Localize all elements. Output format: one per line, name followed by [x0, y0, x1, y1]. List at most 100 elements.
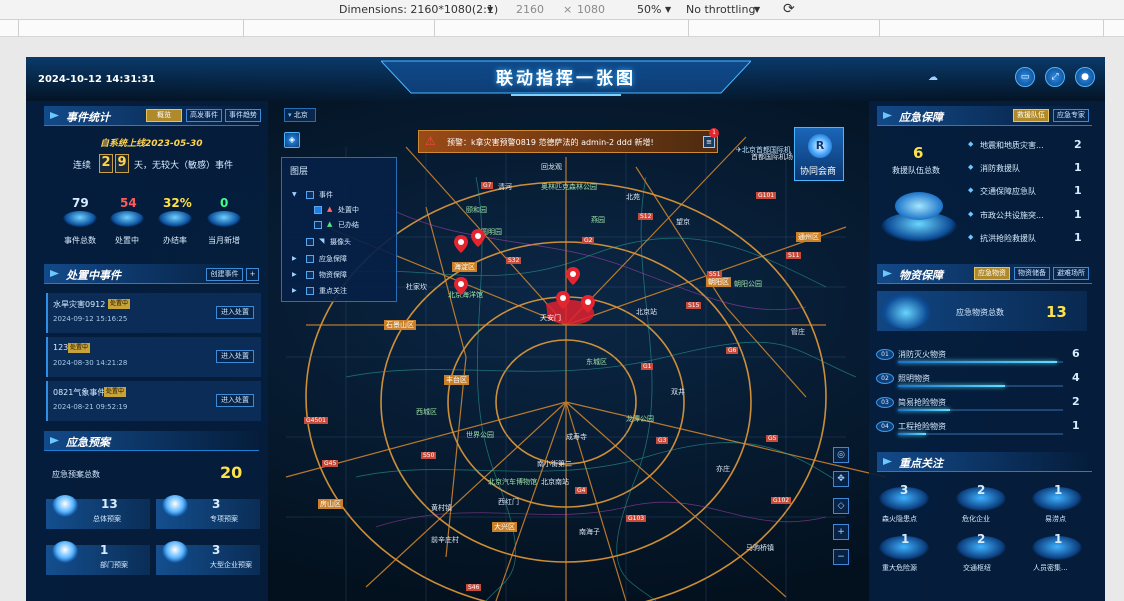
map-label: 朝阳区 — [706, 277, 731, 287]
handling-title: 处置中事件 — [66, 269, 121, 282]
material-row[interactable]: 02 照明物资 4 — [876, 371, 1086, 391]
throttling-dropdown[interactable]: No throttling — [686, 3, 755, 16]
layer-checkbox[interactable] — [306, 287, 314, 295]
event-list-item[interactable]: 水旱灾害0912 处置中 2024-09-12 15:16:25 进入处置 — [46, 293, 261, 333]
streak-prefix: 连续 — [73, 161, 92, 171]
map-label: 奥林匹克森林公园 — [541, 183, 597, 191]
tab-event-trend[interactable]: 事件趋势 — [225, 109, 261, 122]
focus-item[interactable]: 1 易涝点 — [1026, 481, 1088, 523]
collapse-icon[interactable]: ▶ — [292, 255, 297, 262]
layer-label: 应急保障 — [319, 255, 347, 263]
team-row[interactable]: ◆ 交通保障应急队 1 — [968, 183, 1088, 203]
map-label: 颐和园 — [466, 206, 487, 214]
section-arrow-icon — [50, 112, 59, 119]
rank-badge: 01 — [876, 349, 894, 360]
enter-handling-button[interactable]: 进入处置 — [216, 394, 254, 407]
plan-icon — [162, 541, 188, 563]
focus-item[interactable]: 3 森火隐患点 — [873, 481, 935, 523]
tab-experts[interactable]: 应急专家 — [1053, 109, 1089, 122]
airport-label: ✈北京首都国际机 — [736, 145, 791, 155]
map-label: 望京 — [676, 218, 690, 226]
map-label: 燕园 — [591, 216, 605, 224]
event-marker[interactable] — [454, 277, 468, 295]
event-marker[interactable] — [471, 229, 485, 247]
event-list-item[interactable]: 0821气象事件 处置中 2024-08-21 09:52:19 进入处置 — [46, 381, 261, 421]
tab-frequent-events[interactable]: 高发事件 — [186, 109, 222, 122]
plan-card[interactable]: 3 大型企业预案 — [156, 541, 260, 575]
map-label: 黄村镇 — [431, 504, 452, 512]
event-marker[interactable] — [556, 291, 570, 309]
tab-materials[interactable]: 应急物资 — [974, 267, 1010, 280]
material-row[interactable]: 03 简易抢险物资 2 — [876, 395, 1086, 415]
focus-value: 3 — [900, 483, 909, 497]
alert-banner[interactable]: ⚠ 预警：k拿灾害预警0819 范德萨法的 admin-2 ddd 新增! ≡ — [418, 130, 718, 153]
layer-checkbox[interactable] — [306, 191, 314, 199]
map-label: 北苑 — [626, 193, 640, 201]
team-row[interactable]: ◆ 市政公共设施突... 1 — [968, 207, 1088, 227]
zoom-out-icon[interactable]: − — [833, 549, 849, 565]
layer-checkbox[interactable] — [314, 206, 322, 214]
plan-card[interactable]: 3 专项预案 — [156, 495, 260, 529]
zoom-dropdown[interactable]: 50% — [637, 3, 661, 16]
material-bar-fill — [898, 361, 1057, 363]
height-input[interactable]: 1080 — [577, 3, 605, 16]
enter-handling-button[interactable]: 进入处置 — [216, 306, 254, 319]
collapse-icon[interactable]: ▶ — [292, 271, 297, 278]
zoom-in-icon[interactable]: + — [833, 524, 849, 540]
warehouse-icon — [881, 293, 931, 329]
target-icon[interactable]: ◎ — [833, 447, 849, 463]
tab-rescue-teams[interactable]: 救援队伍 — [1013, 109, 1049, 122]
status-badge: 处置中 — [104, 387, 127, 397]
focus-item[interactable]: 2 危化企业 — [950, 481, 1012, 523]
layer-checkbox[interactable] — [314, 221, 322, 229]
plan-card[interactable]: 13 总体预案 — [46, 495, 150, 529]
road-shield: G101 — [756, 192, 777, 199]
city-selector[interactable]: ▾ 北京 — [284, 108, 316, 122]
teams-total-label: 救援队伍总数 — [892, 166, 940, 175]
alert-text: 预警：k拿灾害预警0819 范德萨法的 admin-2 ddd 新增! — [447, 138, 654, 147]
layers-icon[interactable]: ◈ — [284, 132, 300, 148]
event-list-item[interactable]: 123 处置中 2024-08-30 14:21:28 进入处置 — [46, 337, 261, 377]
user-icon[interactable]: ● — [1075, 67, 1095, 87]
team-row[interactable]: ◆ 抗洪抢险救援队 1 — [968, 230, 1088, 250]
meeting-button[interactable]: R 协同会商 — [794, 127, 844, 181]
team-row[interactable]: ◆ 地震和地质灾害... 2 — [968, 137, 1088, 157]
create-event-button[interactable]: 创建事件 — [206, 268, 243, 281]
focus-title: 重点关注 — [899, 457, 943, 470]
focus-item[interactable]: 2 交通枢纽 — [950, 530, 1012, 572]
event-marker[interactable] — [581, 295, 595, 313]
add-event-button[interactable]: + — [246, 268, 259, 281]
event-marker[interactable] — [454, 235, 468, 253]
focus-item[interactable]: 1 人员密集... — [1026, 530, 1088, 572]
material-row[interactable]: 01 消防灭火物资 6 — [876, 347, 1086, 367]
event-name: 水旱灾害0912 — [53, 300, 106, 309]
material-name: 简易抢险物资 — [898, 398, 946, 407]
move-icon[interactable]: ✥ — [833, 471, 849, 487]
team-row[interactable]: ◆ 消防救援队 1 — [968, 160, 1088, 180]
fullscreen-icon[interactable]: ⤢ — [1045, 67, 1065, 87]
event-marker[interactable] — [566, 267, 580, 285]
layer-checkbox[interactable] — [306, 271, 314, 279]
rotate-icon[interactable]: ⟳ — [783, 1, 795, 17]
width-input[interactable]: 2160 — [516, 3, 544, 16]
road-shield: G2 — [582, 237, 595, 244]
collapse-icon[interactable]: ▶ — [292, 287, 297, 294]
dimensions-dropdown[interactable]: Dimensions: 2160*1080(2:1) — [339, 3, 498, 16]
plan-label: 专项预案 — [210, 515, 238, 523]
map-label: 北京南站 — [541, 478, 569, 486]
plan-card[interactable]: 1 部门预案 — [46, 541, 150, 575]
layer-checkbox[interactable] — [306, 255, 314, 263]
material-row[interactable]: 04 工程抢险物资 1 — [876, 419, 1086, 439]
locate-icon[interactable]: ◇ — [833, 498, 849, 514]
tab-shelters[interactable]: 避难场所 — [1053, 267, 1089, 280]
enter-handling-button[interactable]: 进入处置 — [216, 350, 254, 363]
expand-icon[interactable]: ▼ — [292, 191, 297, 198]
screen-icon[interactable]: ▭ — [1015, 67, 1035, 87]
focus-item[interactable]: 1 重大危险源 — [873, 530, 935, 572]
tab-overview[interactable]: 概览 — [146, 109, 182, 122]
road-shield: G103 — [626, 515, 647, 522]
layer-checkbox[interactable] — [306, 238, 314, 246]
event-time: 2024-09-12 15:16:25 — [53, 315, 128, 323]
road-shield: S32 — [506, 257, 522, 264]
tab-reserves[interactable]: 物资储备 — [1014, 267, 1050, 280]
